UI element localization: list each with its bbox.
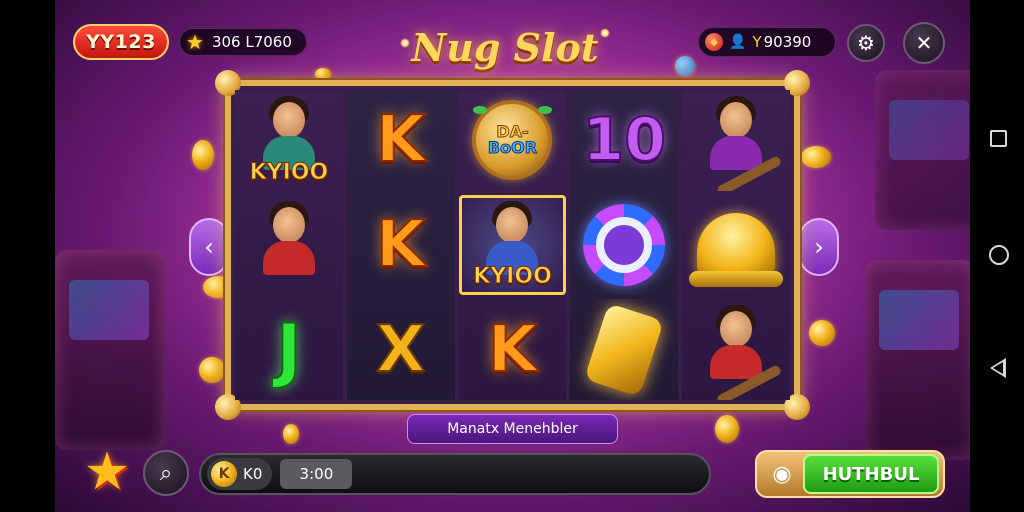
reel-cell (570, 195, 678, 296)
gold-x-symbol: X (375, 312, 426, 387)
reel-cell: K (459, 299, 567, 400)
bet-amount[interactable]: 3:00 (280, 459, 353, 489)
info-banner: Manatx Menehbler (407, 414, 618, 444)
wallet-balance-value: 90390 (763, 33, 812, 51)
reel-cell (570, 299, 678, 400)
reel-column (682, 90, 790, 401)
settings-button[interactable]: ⚙ (847, 24, 885, 62)
coin-balance-value: 306 L7060 (211, 33, 292, 51)
user-icon: 👤 (729, 34, 747, 50)
reel-cell: DA- BoOR (459, 90, 567, 191)
reel-cell (682, 195, 790, 296)
spin-button-group: ◉ HUTHBUL (755, 450, 945, 498)
purple-chip-icon (583, 204, 666, 286)
symbol-label: KYIOO (473, 264, 553, 290)
reel-column: KYIOO J (235, 90, 343, 400)
reel-column: DA- BoOR KYIOO K (458, 90, 567, 400)
close-icon: ✕ (915, 31, 933, 55)
floating-coin-icon (715, 415, 739, 443)
floating-coin-icon (675, 56, 695, 76)
coin-icon: K (211, 461, 237, 487)
background-slot-machine-right-top (875, 70, 970, 230)
reel-cell (235, 195, 343, 296)
leaf-icon (538, 106, 553, 114)
orange-k-symbol: K (375, 103, 427, 178)
reel-cell: KYIOO (458, 194, 567, 296)
close-button[interactable]: ✕ (903, 22, 945, 64)
game-screen: YY123 ★ 306 L7060 Nug Slot ◆ 👤 Y 90390 ⚙… (55, 0, 970, 512)
eye-icon: ◉ (772, 461, 792, 487)
badge-line-2: BoOR (487, 138, 538, 158)
search-icon: ⌕ (159, 460, 173, 486)
favorite-star-button[interactable]: ★ (81, 446, 133, 498)
bet-coin-value: K0 (243, 465, 263, 483)
background-slot-machine-right (865, 260, 970, 460)
reel-cell (682, 299, 790, 401)
reel-cell: KYIOO (235, 90, 343, 191)
purple-10-symbol: 10 (582, 105, 667, 176)
wallet-currency: Y (752, 33, 762, 51)
reel-cell: X (347, 299, 455, 400)
reel-cell: 10 (570, 90, 678, 191)
floating-coin-icon (315, 68, 331, 80)
gear-icon: ⚙ (857, 31, 875, 55)
search-button[interactable]: ⌕ (143, 450, 189, 496)
sparkle-icon (400, 38, 410, 48)
star-coin-icon: ★ (186, 30, 204, 54)
woman-portrait-icon (261, 200, 317, 275)
woman-holding-staff-icon (261, 96, 317, 170)
floating-coin-icon (809, 320, 835, 346)
spin-button[interactable]: HUTHBUL (803, 454, 939, 494)
reel-cell: K (347, 195, 455, 296)
reel-cell: K (347, 90, 455, 191)
back-icon[interactable] (990, 358, 1006, 378)
floating-coin-icon (801, 146, 831, 168)
auto-spin-button[interactable]: ◉ (761, 454, 803, 494)
green-j-symbol: J (275, 308, 303, 391)
coin-balance: ★ 306 L7060 (179, 28, 307, 56)
sparkle-icon (600, 28, 610, 38)
player-badge[interactable]: YY123 (73, 24, 169, 60)
musician-woman-icon (708, 96, 764, 170)
orange-k-symbol: K (375, 208, 427, 282)
previous-button[interactable]: ‹ (189, 218, 229, 276)
android-navigation-bar (970, 0, 1024, 512)
reel-column: KKX (346, 90, 455, 400)
chevron-left-icon: ‹ (204, 233, 214, 261)
game-logo: Nug Slot (400, 18, 610, 76)
chevron-right-icon: › (814, 233, 824, 261)
king-raising-arms-icon (484, 200, 540, 275)
bet-coin-selector[interactable]: K K0 (207, 458, 273, 490)
floating-coin-icon (192, 140, 214, 170)
wallet-balance[interactable]: ◆ 👤 Y 90390 (698, 27, 836, 57)
reels-grid: KYIOO J K K X DA- BoOR KYIOO K 10 (235, 90, 790, 401)
floating-coin-icon (283, 424, 299, 444)
orange-k-symbol: K (487, 312, 539, 387)
golden-bell-icon (689, 213, 784, 287)
warrior-man-icon (708, 305, 764, 380)
home-icon[interactable] (989, 245, 1009, 265)
reel-frame: KYIOO J K K X DA- BoOR KYIOO K 10 (215, 70, 810, 420)
bet-bar: K K0 3:00 (199, 453, 711, 495)
leaf-icon (472, 106, 487, 114)
game-logo-text: Nug Slot (411, 24, 599, 70)
floating-coin-icon (199, 357, 225, 383)
ruby-gem-icon: ◆ (705, 33, 723, 51)
reel-cell: J (235, 299, 343, 400)
star-icon: ★ (83, 442, 131, 502)
recents-icon[interactable] (990, 130, 1007, 147)
next-button[interactable]: › (799, 218, 839, 276)
reel-column: 10 (570, 90, 679, 400)
gold-bar-icon (584, 302, 665, 397)
background-slot-machine-left (55, 250, 165, 450)
reel-cell (682, 90, 790, 191)
symbol-label: KYIOO (249, 159, 329, 185)
